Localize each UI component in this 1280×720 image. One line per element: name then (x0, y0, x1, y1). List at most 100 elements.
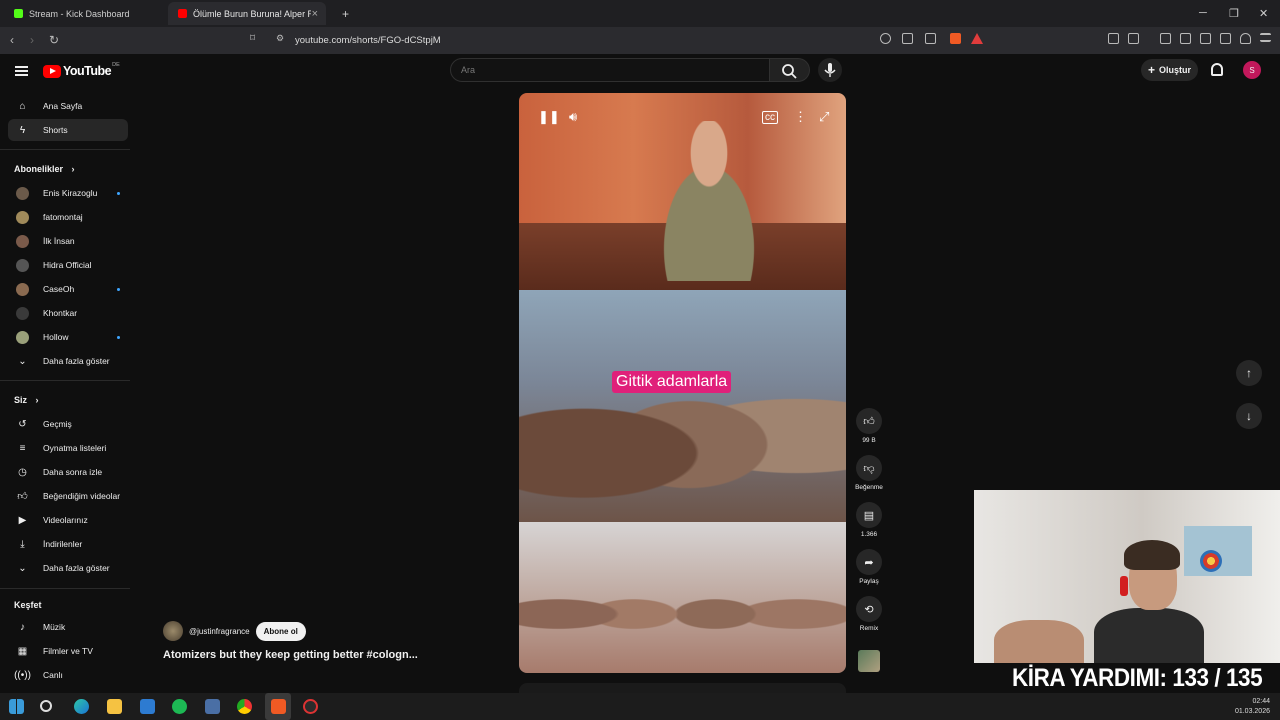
hamburger-menu-icon[interactable] (15, 66, 28, 76)
sidebar-item-downloads[interactable]: ⤓ İndirilenler (8, 533, 128, 555)
next-short-button[interactable]: ↓ (1236, 403, 1262, 429)
chrome-icon[interactable] (237, 699, 252, 714)
video-icon: ▶ (18, 514, 27, 526)
wallet-icon[interactable] (1200, 33, 1211, 44)
file-explorer-icon[interactable] (107, 699, 122, 714)
sidebar-item-your-videos[interactable]: ▶ Videolarınız (8, 509, 128, 531)
site-info-icon[interactable]: ⚙ (276, 33, 284, 44)
share-button[interactable]: ➦ Paylaş (855, 549, 883, 585)
spotify-icon[interactable] (172, 699, 187, 714)
explore-header: Keşfet (14, 600, 42, 610)
media-icon[interactable] (1160, 33, 1171, 44)
store-icon[interactable] (140, 699, 155, 714)
channel-avatar (16, 306, 29, 320)
chevron-down-icon: ⌄ (18, 562, 27, 574)
channel-name[interactable]: @justinfragrance (189, 627, 250, 636)
sidebar-toggle-icon[interactable] (1180, 33, 1191, 44)
sidebar-item-live[interactable]: ((•)) Canlı (8, 664, 128, 686)
dislike-button[interactable]: 👎︎ Beğenme (855, 455, 883, 491)
subscribe-button[interactable]: Abone ol (255, 621, 306, 641)
cast-icon[interactable] (902, 33, 913, 44)
subscriptions-header-label: Abonelikler (14, 164, 64, 174)
more-options-icon[interactable]: ⋮ (794, 109, 807, 125)
minimize-button[interactable]: ─ (1199, 7, 1207, 19)
obs-icon[interactable] (303, 699, 318, 714)
brave-shield-icon[interactable] (950, 33, 961, 44)
search-input[interactable]: Ara (450, 58, 770, 82)
sidebar-item-subscription[interactable]: İlk İnsan (8, 230, 128, 252)
bookmark-icon[interactable]: ⌑ (250, 33, 255, 44)
sidebar-item-films[interactable]: ▦ Filmler ve TV (8, 640, 128, 662)
sidebar-item-subscription[interactable]: Hollow (8, 326, 128, 348)
back-icon[interactable]: ‹ (10, 33, 14, 47)
maximize-button[interactable]: ❐ (1229, 7, 1239, 20)
new-content-dot (117, 191, 120, 195)
url-field[interactable]: youtube.com/shorts/FGO-dCStpjM (295, 35, 441, 46)
create-label: Oluştur (1159, 65, 1192, 75)
sidebar-item-label: Filmler ve TV (43, 646, 93, 656)
pause-icon[interactable]: ❚❚ (538, 109, 560, 125)
sidebar-item-subscription[interactable]: Hidra Official (8, 254, 128, 276)
avatar[interactable]: S (1243, 61, 1261, 79)
headset (1120, 576, 1128, 596)
sidebar-item-label: Hidra Official (43, 260, 92, 270)
tab-youtube-short[interactable]: Ölümle Burun Buruna! Alper R × (168, 2, 326, 25)
sidebar-item-watch-later[interactable]: ◷ Daha sonra izle (8, 461, 128, 483)
brave-icon[interactable] (271, 699, 286, 714)
dislike-label: Beğenme (855, 484, 883, 491)
extensions-icon[interactable] (1108, 33, 1119, 44)
show-more-you[interactable]: ⌄ Daha fazla göster (8, 557, 128, 579)
volume-icon[interactable]: 🔊︎ (569, 109, 577, 125)
sound-thumbnail[interactable] (855, 650, 883, 672)
forward-icon[interactable]: › (30, 33, 34, 47)
channel-avatar[interactable] (163, 621, 183, 641)
sidebar-item-subscription[interactable]: Enis Kirazoglu (8, 182, 128, 204)
comments-button[interactable]: ▤ 1.366 (855, 502, 883, 538)
edge-icon[interactable] (74, 699, 89, 714)
notifications-bell-icon[interactable] (1211, 63, 1223, 76)
search-icon[interactable] (40, 700, 52, 712)
windows-start-icon[interactable] (9, 699, 24, 714)
zoom-icon[interactable] (880, 33, 891, 44)
sidebar-item-history[interactable]: ↺ Geçmiş (8, 413, 128, 435)
you-header[interactable]: Siz › (14, 395, 39, 405)
sidebar-item-home[interactable]: ⌂ Ana Sayfa (8, 95, 128, 117)
search-button[interactable] (770, 58, 810, 82)
short-video-player[interactable]: Gittik adamlarla ❚❚ 🔊︎ cc ⋮ ⤢ (519, 93, 846, 673)
sidebar-item-liked-videos[interactable]: 👍︎ Beğendiğim videolar (8, 485, 128, 507)
share-icon[interactable] (925, 33, 936, 44)
like-button[interactable]: 👍︎ 99 B (855, 408, 883, 444)
video-caption: Gittik adamlarla (612, 371, 732, 393)
tab-kick-dashboard[interactable]: Stream - Kick Dashboard (4, 2, 164, 25)
video-frame-middle: Gittik adamlarla (519, 290, 846, 522)
reload-icon[interactable]: ↻ (49, 33, 59, 47)
calculator-icon[interactable] (205, 699, 220, 714)
screenshot-icon[interactable] (1128, 33, 1139, 44)
fullscreen-icon[interactable]: ⤢ (819, 109, 829, 125)
leo-icon[interactable] (1220, 33, 1231, 44)
sidebar-item-subscription[interactable]: fatomontaj (8, 206, 128, 228)
sidebar-item-shorts[interactable]: ϟ Shorts (8, 119, 128, 141)
sidebar-item-playlists[interactable]: ≡ Oynatma listeleri (8, 437, 128, 459)
short-title[interactable]: Atomizers but they keep getting better #… (163, 649, 418, 661)
remix-button[interactable]: ⟲ Remix (855, 596, 883, 632)
captions-icon[interactable]: cc (762, 111, 778, 124)
close-window-button[interactable]: ✕ (1259, 7, 1268, 20)
subscriptions-header[interactable]: Abonelikler › (14, 164, 75, 174)
vpn-icon[interactable] (1240, 33, 1251, 44)
sidebar-item-subscription[interactable]: Khontkar (8, 302, 128, 324)
menu-icon[interactable] (1260, 33, 1271, 42)
brave-rewards-icon[interactable] (971, 33, 983, 44)
create-button[interactable]: + Oluştur (1141, 59, 1198, 81)
previous-short-button[interactable]: ↑ (1236, 360, 1262, 386)
system-clock[interactable]: 02:44 01.03.2026 (1235, 697, 1270, 717)
youtube-wordmark: YouTube (63, 64, 112, 78)
youtube-logo[interactable]: YouTube DE (43, 62, 120, 78)
sidebar-item-subscription[interactable]: CaseOh (8, 278, 128, 300)
sidebar-item-music[interactable]: ♪ Müzik (8, 616, 128, 638)
close-tab-icon[interactable]: × (312, 8, 318, 20)
voice-search-button[interactable] (818, 58, 842, 82)
new-tab-button[interactable]: + (332, 2, 352, 25)
show-more-subscriptions[interactable]: ⌄ Daha fazla göster (8, 350, 128, 372)
sidebar-item-label: Daha sonra izle (43, 467, 103, 477)
